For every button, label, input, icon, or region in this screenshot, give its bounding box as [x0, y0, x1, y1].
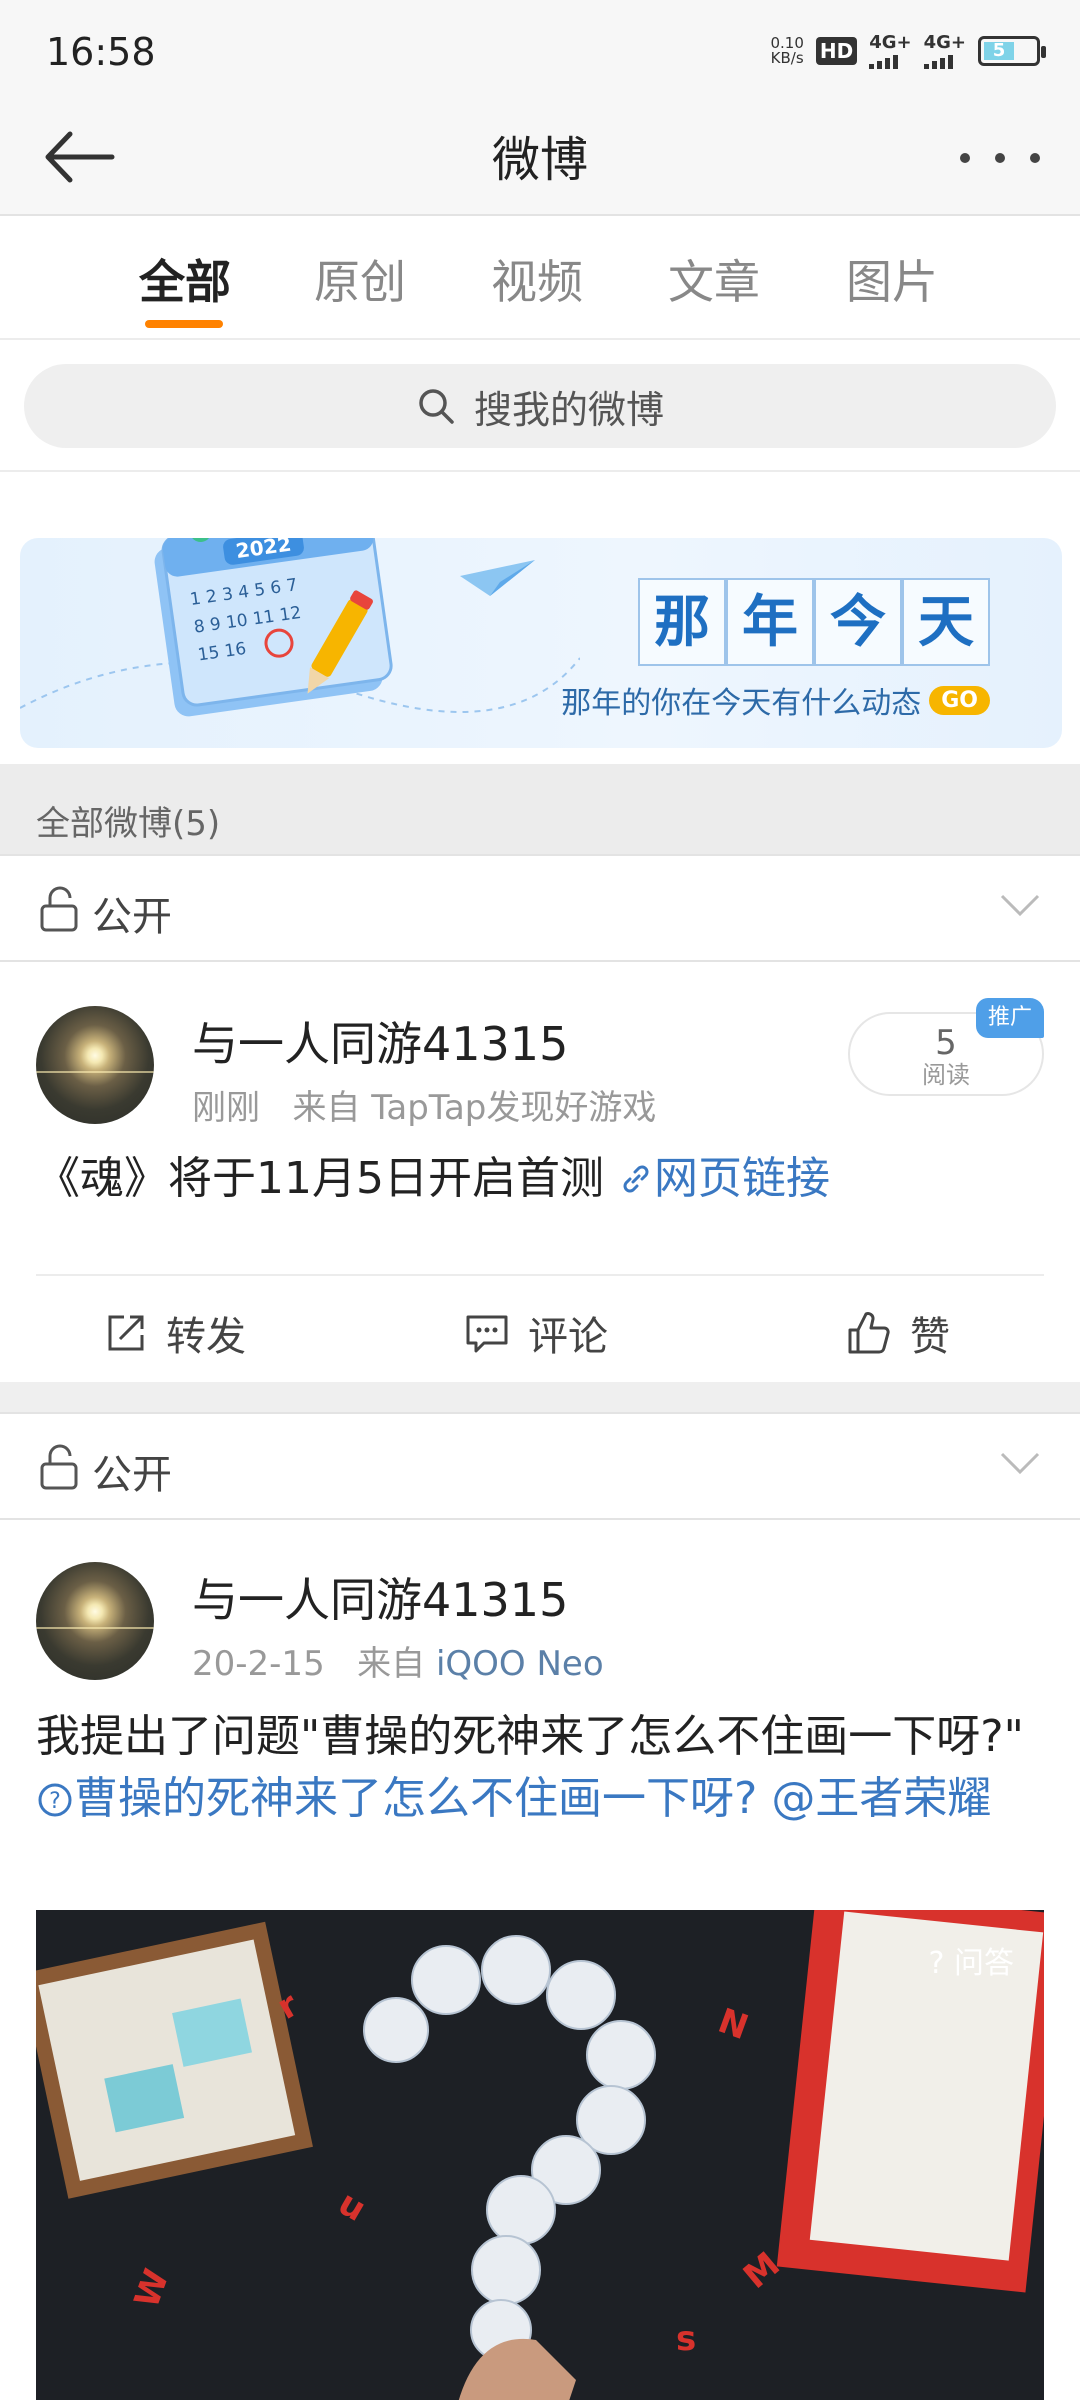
unlock-icon: [40, 1444, 78, 1490]
comment-button[interactable]: 评论: [464, 1304, 608, 1362]
battery-icon: 5: [978, 35, 1046, 66]
status-time: 16:58: [46, 30, 156, 74]
tab-article[interactable]: 文章: [644, 246, 784, 312]
status-indicators: 0.10 KB/s HD 4G+ 4G+ 5: [770, 32, 1046, 69]
banner-area: 2022 1 2 3 4 5 6 7 8 9 10 11 12 15 16 那 …: [0, 474, 1080, 764]
web-link[interactable]: 网页链接: [618, 1153, 830, 1204]
username[interactable]: 与一人同游41315: [192, 1564, 568, 1630]
visibility-row[interactable]: 公开: [0, 1412, 1080, 1520]
active-tab-indicator: [145, 320, 223, 328]
go-button[interactable]: GO: [929, 685, 990, 715]
section-title: 全部微博(5): [36, 804, 221, 844]
post-image[interactable]: r W N M u s ? 问答: [36, 1910, 1044, 2400]
status-bar: 16:58 0.10 KB/s HD 4G+ 4G+ 5: [0, 0, 1080, 100]
tab-all[interactable]: 全部: [115, 246, 255, 312]
network-speed: 0.10 KB/s: [770, 33, 804, 67]
tab-images[interactable]: 图片: [822, 246, 962, 312]
post-text: 我提出了问题"曹操的死神来了怎么不住画一下呀?"? 曹操的死神来了怎么不住画一下呀…: [36, 1711, 1024, 1824]
visibility-row[interactable]: 公开: [0, 854, 1080, 962]
banner-subtitle: 那年的你在今天有什么动态 GO: [561, 678, 990, 722]
username[interactable]: 与一人同游41315: [192, 1008, 568, 1074]
qa-badge: ? 问答: [928, 1946, 1014, 1981]
svg-text:s: s: [676, 2319, 696, 2359]
section-header: 全部微博(5): [0, 764, 1080, 854]
on-this-day-banner[interactable]: 2022 1 2 3 4 5 6 7 8 9 10 11 12 15 16 那 …: [20, 538, 1062, 748]
question-mark-photo-icon: r W N M u s: [36, 1910, 1044, 2400]
promote-badge[interactable]: 推广: [976, 998, 1044, 1038]
signal-icon-2: 4G+: [923, 32, 966, 69]
search-input[interactable]: 搜我的微博: [24, 364, 1056, 448]
post-text: 《魂》将于11月5日开启首测 网页链接: [36, 1153, 830, 1204]
divider: [0, 1382, 1080, 1412]
search-area: 搜我的微博: [0, 340, 1080, 472]
source-link[interactable]: iQOO Neo: [436, 1644, 604, 1684]
filter-tabs: 全部 原创 视频 文章 图片: [0, 216, 1080, 340]
tab-video[interactable]: 视频: [467, 246, 607, 312]
post-actions: 转发 评论 赞: [36, 1274, 1044, 1382]
signal-icon: 4G+: [869, 32, 912, 69]
link-icon: [623, 1165, 649, 1193]
search-icon: [419, 389, 454, 424]
svg-text:?: ?: [49, 1789, 61, 1814]
thumbs-up-icon: [848, 1312, 890, 1354]
post-card[interactable]: 与一人同游41315 20-2-15 来自 iQOO Neo 我提出了问题"曹操…: [0, 1520, 1080, 2400]
calendar-illustration-icon: 2022 1 2 3 4 5 6 7 8 9 10 11 12 15 16: [20, 538, 580, 717]
share-icon: [108, 1315, 144, 1351]
unlock-icon: [40, 886, 78, 932]
nav-bar: 微博: [0, 100, 1080, 216]
post-card[interactable]: 与一人同游41315 刚刚 来自 TapTap发现好游戏 5 阅读 推广 《魂》…: [0, 962, 1080, 1382]
post-meta: 刚刚 来自 TapTap发现好游戏: [192, 1088, 657, 1128]
search-placeholder: 搜我的微博: [473, 387, 664, 432]
battery-level: 5: [984, 41, 1014, 60]
question-link[interactable]: ? 曹操的死神来了怎么不住画一下呀?: [36, 1773, 757, 1824]
banner-title: 那 年 今 天: [638, 578, 990, 666]
more-options-button[interactable]: [960, 138, 1040, 178]
chevron-down-icon: [1000, 1452, 1040, 1475]
avatar[interactable]: [36, 1562, 154, 1680]
like-button[interactable]: 赞: [846, 1304, 950, 1362]
mention-link[interactable]: @王者荣耀: [771, 1773, 991, 1824]
more-dot-icon: [960, 153, 970, 163]
repost-button[interactable]: 转发: [104, 1304, 246, 1362]
comment-icon: [466, 1315, 508, 1353]
tab-original[interactable]: 原创: [290, 246, 430, 312]
question-circle-icon: ?: [38, 1783, 72, 1817]
page-title: 微博: [491, 132, 588, 188]
avatar[interactable]: [36, 1006, 154, 1124]
visibility-label: 公开: [92, 1452, 172, 1498]
hd-voice-icon: HD: [815, 36, 858, 65]
visibility-label: 公开: [92, 894, 172, 940]
post-meta: 20-2-15 来自 iQOO Neo: [192, 1644, 604, 1684]
chevron-down-icon: [1000, 894, 1040, 917]
